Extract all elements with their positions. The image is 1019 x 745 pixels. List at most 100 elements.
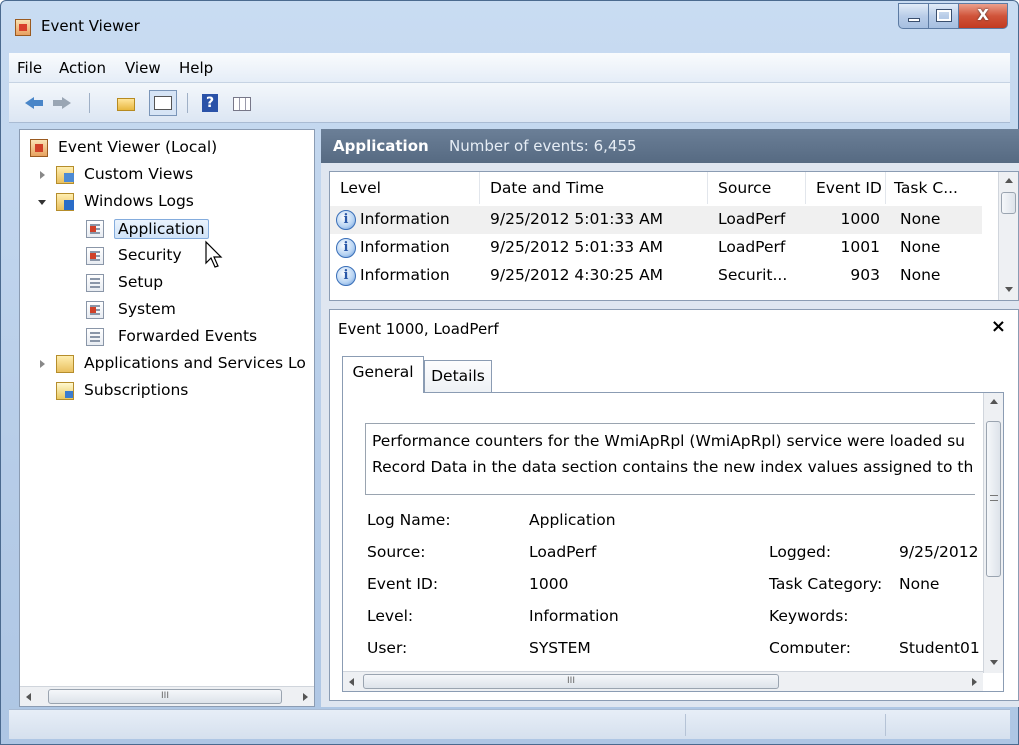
maximize-button[interactable]: [928, 3, 958, 29]
log-icon: [86, 247, 104, 265]
computer-label: Computer:: [769, 639, 852, 653]
column-level[interactable]: Level: [330, 172, 480, 204]
scroll-left-icon[interactable]: [349, 678, 354, 686]
subscriptions-icon: [56, 382, 74, 400]
minimize-button[interactable]: [898, 3, 928, 29]
log-icon: [86, 301, 104, 319]
log-icon: [86, 274, 104, 292]
menu-bar: File Action View Help: [9, 53, 1010, 83]
close-detail-icon[interactable]: ×: [991, 316, 1006, 337]
events-list: Level Date and Time Source Event ID Task…: [329, 171, 1019, 301]
toolbar: ?: [9, 83, 1010, 123]
source-value: LoadPerf: [529, 543, 597, 561]
menu-help[interactable]: Help: [179, 59, 213, 77]
scroll-thumb[interactable]: III: [363, 674, 779, 689]
scroll-thumb[interactable]: [1001, 192, 1016, 214]
title-bar: Event Viewer X: [1, 1, 1018, 45]
status-divider: [885, 714, 886, 736]
event-source: Securit...: [718, 266, 788, 284]
source-label: Source:: [367, 543, 426, 561]
general-vertical-scrollbar[interactable]: [983, 393, 1003, 673]
event-detail-pane: Event 1000, LoadPerf × General Details P…: [329, 309, 1019, 701]
event-id: 1001: [840, 238, 880, 256]
log-name-value: Application: [529, 511, 616, 529]
expand-icon[interactable]: [40, 171, 45, 179]
tree-horizontal-scrollbar[interactable]: III: [20, 686, 314, 706]
logged-label: Logged:: [769, 543, 832, 561]
help-icon[interactable]: ?: [199, 92, 221, 114]
close-button[interactable]: X: [958, 3, 1008, 29]
event-date: 9/25/2012 5:01:33 AM: [490, 238, 664, 256]
tree-label: Application: [114, 219, 209, 239]
back-arrow-icon[interactable]: [23, 92, 45, 114]
menu-view[interactable]: View: [125, 59, 161, 77]
maximize-icon: [936, 9, 952, 22]
action-pane-icon[interactable]: [231, 92, 253, 114]
level-label: Level:: [367, 607, 414, 625]
event-viewer-window: Event Viewer X File Action View Help ? E…: [0, 0, 1019, 745]
scroll-right-icon[interactable]: [303, 693, 308, 701]
menu-action[interactable]: Action: [59, 59, 106, 77]
log-icon: [86, 328, 104, 346]
events-vertical-scrollbar[interactable]: [998, 172, 1018, 300]
tab-details[interactable]: Details: [424, 360, 492, 392]
event-level: Information: [360, 238, 450, 256]
event-source: LoadPerf: [718, 238, 786, 256]
collapse-icon[interactable]: [38, 200, 46, 205]
general-tab-content: Performance counters for the WmiApRpl (W…: [342, 392, 1004, 692]
event-count: Number of events: 6,455: [449, 137, 637, 155]
scroll-thumb[interactable]: III: [48, 689, 282, 704]
scroll-right-icon[interactable]: [972, 678, 977, 686]
expand-icon[interactable]: [40, 360, 45, 368]
tree-label: Forwarded Events: [118, 327, 258, 345]
event-id: 1000: [840, 210, 880, 228]
scroll-grip-icon: [990, 495, 998, 501]
status-bar: [9, 709, 1010, 739]
tree-label: Setup: [118, 273, 164, 291]
event-row[interactable]: i Information 9/25/2012 5:01:33 AM LoadP…: [330, 234, 982, 262]
tab-general[interactable]: General: [342, 356, 424, 393]
event-viewer-icon: [30, 139, 48, 157]
scroll-up-icon[interactable]: [1005, 178, 1013, 183]
forward-arrow-icon[interactable]: [51, 92, 73, 114]
scroll-up-icon[interactable]: [990, 399, 998, 404]
information-icon: i: [336, 238, 356, 258]
event-id-value: 1000: [529, 575, 569, 593]
column-source[interactable]: Source: [708, 172, 806, 204]
column-event-id[interactable]: Event ID: [806, 172, 886, 204]
scroll-left-icon[interactable]: [26, 693, 31, 701]
description-line: Performance counters for the WmiApRpl (W…: [372, 432, 966, 450]
column-task-category[interactable]: Task C...: [886, 172, 982, 204]
event-task: None: [900, 238, 941, 256]
tree-label: System: [118, 300, 176, 318]
scroll-down-icon[interactable]: [1005, 287, 1013, 292]
event-row[interactable]: i Information 9/25/2012 5:01:33 AM LoadP…: [330, 206, 982, 234]
folder-up-icon[interactable]: [115, 92, 137, 114]
results-pane: Application Number of events: 6,455 Leve…: [321, 129, 1019, 707]
console-tree-icon[interactable]: [149, 90, 177, 116]
tree-label: Event Viewer (Local): [58, 138, 218, 156]
folder-icon: [56, 355, 74, 373]
toolbar-separator: [89, 93, 90, 113]
tree-label: Custom Views: [84, 165, 194, 183]
event-date: 9/25/2012 5:01:33 AM: [490, 210, 664, 228]
column-date-time[interactable]: Date and Time: [480, 172, 708, 204]
scroll-down-icon[interactable]: [990, 660, 998, 665]
information-icon: i: [336, 266, 356, 286]
log-title: Application: [333, 137, 429, 155]
event-source: LoadPerf: [718, 210, 786, 228]
description-line: Record Data in the data section contains…: [372, 458, 974, 476]
task-category-label: Task Category:: [769, 575, 883, 593]
user-label: User:: [367, 639, 408, 653]
event-row[interactable]: i Information 9/25/2012 4:30:25 AM Secur…: [330, 262, 982, 290]
event-level: Information: [360, 266, 450, 284]
menu-file[interactable]: File: [17, 59, 42, 77]
log-header: Application Number of events: 6,455: [321, 129, 1019, 163]
event-task: None: [900, 266, 941, 284]
status-divider: [685, 714, 686, 736]
window-title: Event Viewer: [41, 17, 140, 35]
tree-label: Subscriptions: [84, 381, 189, 399]
caption-buttons: X: [898, 3, 1008, 29]
general-horizontal-scrollbar[interactable]: III: [343, 671, 983, 691]
event-detail-title: Event 1000, LoadPerf: [338, 320, 499, 338]
